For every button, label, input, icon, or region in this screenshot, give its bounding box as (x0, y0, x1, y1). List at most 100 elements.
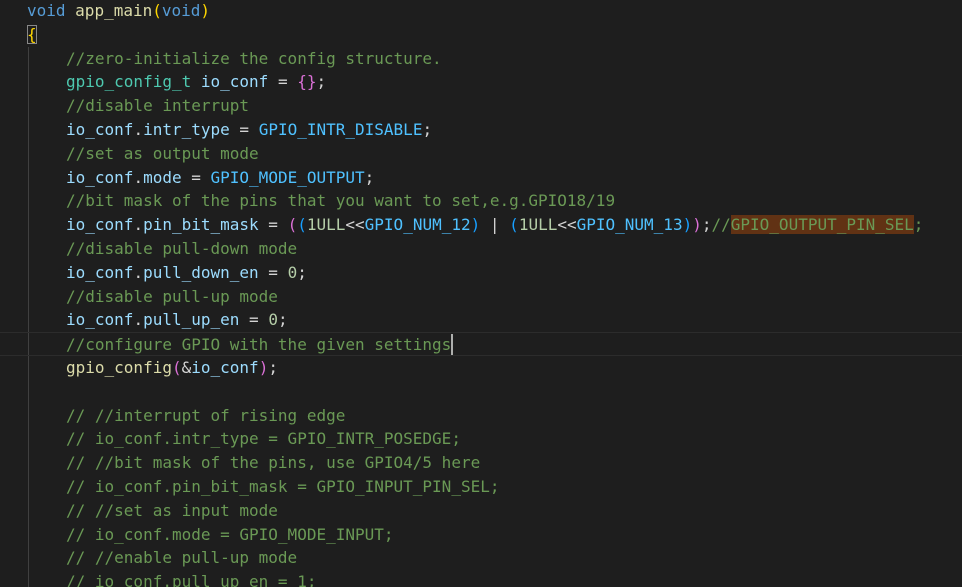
code-line[interactable]: //bit mask of the pins that you want to … (0, 189, 962, 213)
code-token: = (258, 262, 288, 282)
code-token: // io_conf.intr_type = GPIO_INTR_POSEDGE… (66, 429, 461, 449)
code-token: pull_down_en (143, 262, 259, 282)
code-token: ( (297, 215, 307, 235)
code-token: //disable pull-up mode (66, 286, 278, 306)
code-token: = (258, 215, 288, 235)
code-token: io_conf (200, 72, 269, 92)
code-token: io_conf (66, 262, 134, 282)
code-token: ; (268, 358, 278, 377)
code-token: . (133, 167, 144, 187)
code-token: intr_type (143, 120, 230, 139)
code-line[interactable]: //zero-initialize the config structure. (0, 47, 962, 71)
code-token: GPIO_MODE_OUTPUT (210, 167, 365, 187)
code-token: // //enable pull-up mode (66, 548, 298, 568)
code-line[interactable]: //disable interrupt (0, 94, 962, 118)
code-line[interactable]: // //set as input mode (0, 499, 962, 523)
code-token: io_conf (66, 167, 134, 187)
code-line[interactable]: io_conf.pull_up_en = 0; (0, 308, 962, 332)
code-token: GPIO_NUM_13 (576, 215, 683, 235)
code-token: // //bit mask of the pins, use GPIO4/5 h… (66, 453, 481, 473)
code-token: //zero-initialize the config structure. (66, 48, 442, 68)
code-token: . (133, 215, 144, 235)
code-token: io_conf (66, 215, 134, 235)
code-line[interactable]: // //interrupt of rising edge (0, 404, 962, 428)
code-token: //set as output mode (66, 143, 259, 163)
code-token: = (268, 72, 298, 92)
code-token: & (181, 358, 192, 377)
code-token: 1ULL (518, 215, 558, 235)
text-cursor (451, 334, 454, 356)
code-token: GPIO_NUM_12 (364, 215, 471, 235)
code-line[interactable]: // io_conf.mode = GPIO_MODE_INPUT; (0, 523, 962, 547)
code-token: //disable pull-down mode (66, 239, 298, 258)
code-token: ) (470, 215, 481, 235)
code-token: ; (422, 120, 433, 139)
code-line[interactable]: io_conf.mode = GPIO_MODE_OUTPUT; (0, 166, 962, 190)
code-token: . (133, 120, 144, 139)
code-token: // //set as input mode (66, 500, 278, 520)
code-token: // (711, 215, 731, 235)
code-line[interactable]: //disable pull-down mode (0, 237, 962, 261)
code-token: io_conf (66, 310, 134, 330)
code-token: = (181, 167, 211, 187)
code-line[interactable]: //disable pull-up mode (0, 285, 962, 309)
code-token: ; (913, 215, 924, 235)
code-line[interactable]: // //enable pull-up mode (0, 546, 962, 570)
code-token: ) (682, 215, 693, 235)
code-token: = (239, 310, 269, 330)
code-line[interactable]: // io_conf.pin_bit_mask = GPIO_INPUT_PIN… (0, 475, 962, 499)
code-token: //configure GPIO with the given settings (66, 335, 452, 355)
code-token: ( (152, 1, 162, 20)
code-token: // //interrupt of rising edge (66, 405, 346, 425)
code-token: io_conf (66, 120, 134, 139)
code-line[interactable] (0, 380, 962, 404)
code-line[interactable]: { (0, 23, 962, 47)
code-token: = (229, 120, 259, 139)
code-token: void (27, 1, 66, 20)
code-token: . (133, 262, 144, 282)
code-line[interactable]: void app_main(void) (0, 0, 962, 23)
code-token: GPIO_INTR_DISABLE (258, 120, 423, 139)
code-line[interactable]: gpio_config_t io_conf = {}; (0, 70, 962, 94)
code-line[interactable]: // io_conf.intr_type = GPIO_INTR_POSEDGE… (0, 427, 962, 451)
code-token: pin_bit_mask (143, 215, 259, 235)
code-editor[interactable]: void app_main(void){//zero-initialize th… (0, 0, 962, 587)
code-token: ) (258, 358, 269, 377)
code-token: 1ULL (306, 215, 346, 235)
code-token: ; (297, 262, 307, 282)
code-token: 0 (287, 262, 298, 282)
code-line[interactable]: io_conf.pull_down_en = 0; (0, 261, 962, 285)
code-token: ; (277, 310, 288, 330)
code-line[interactable]: // io_conf.pull_up_en = 1; (0, 570, 962, 587)
code-token: gpio_config_t (66, 72, 192, 92)
code-token: ( (509, 215, 519, 235)
code-line[interactable]: io_conf.pin_bit_mask = ((1ULL<<GPIO_NUM_… (0, 213, 962, 237)
code-token: ) (200, 1, 211, 20)
code-token: gpio_config (66, 358, 172, 377)
code-token: ; (364, 167, 375, 187)
code-token: //bit mask of the pins that you want to … (66, 191, 616, 211)
code-token: ( (287, 215, 298, 235)
code-token: | (480, 215, 510, 235)
code-line[interactable]: gpio_config(&io_conf); (0, 356, 962, 380)
code-token: app_main (75, 1, 153, 20)
code-token: void (161, 1, 201, 20)
code-token: << (345, 215, 365, 235)
code-line[interactable]: //configure GPIO with the given settings (0, 332, 962, 356)
code-token: { (27, 24, 37, 44)
code-token: ; (316, 72, 327, 92)
code-token: io_conf (191, 358, 259, 377)
code-token: // io_conf.pin_bit_mask = GPIO_INPUT_PIN… (66, 477, 500, 496)
code-line[interactable]: io_conf.intr_type = GPIO_INTR_DISABLE; (0, 118, 962, 142)
code-token: // io_conf.mode = GPIO_MODE_INPUT; (66, 524, 394, 544)
code-token: mode (143, 167, 182, 187)
code-line[interactable]: //set as output mode (0, 142, 962, 166)
code-token: GPIO_OUTPUT_PIN_SEL (730, 215, 914, 235)
code-token: ( (171, 358, 182, 377)
code-token: {} (297, 72, 317, 92)
code-token: // io_conf.pull_up_en = 1; (66, 572, 317, 587)
code-token: pull_up_en (143, 310, 240, 330)
code-line[interactable]: // //bit mask of the pins, use GPIO4/5 h… (0, 451, 962, 475)
